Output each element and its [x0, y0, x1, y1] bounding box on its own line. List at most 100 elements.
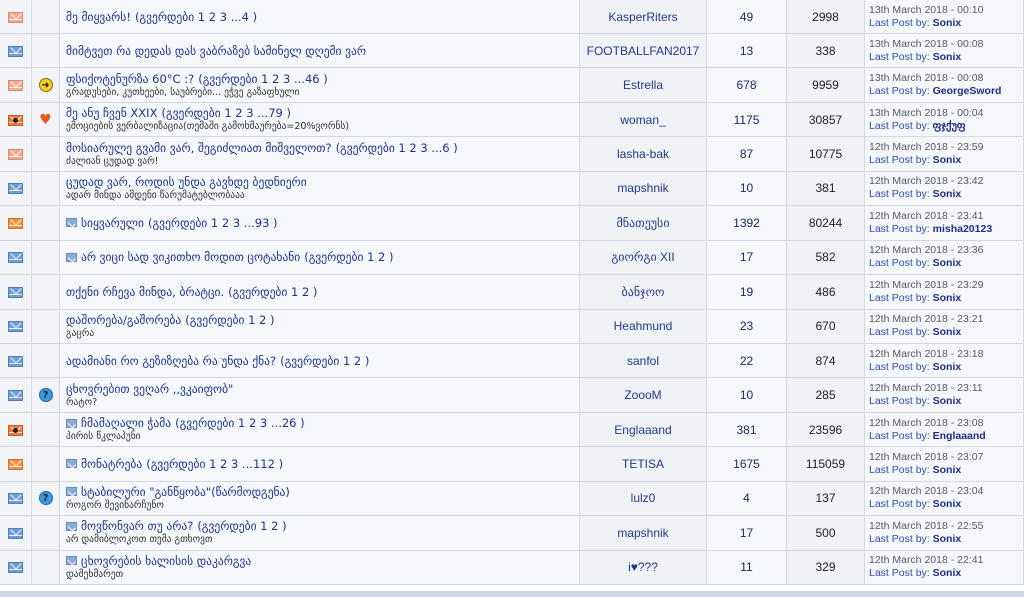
replies-count[interactable]: 381 — [707, 412, 787, 448]
author-link[interactable]: woman_ — [580, 102, 707, 138]
pagination-links[interactable]: (გვერდები 1 2 3 ...93 ) — [148, 216, 278, 230]
last-post-date[interactable]: 12th March 2018 - 22:55 — [869, 520, 1023, 533]
topic-title-link[interactable]: ცხოვრების ხალისის დაკარგვა — [81, 554, 251, 568]
replies-count[interactable]: 87 — [707, 137, 787, 172]
last-post-date[interactable]: 12th March 2018 - 23:07 — [869, 451, 1023, 464]
pagination-links[interactable]: (გვერდები 1 2 3 ...26 ) — [175, 416, 305, 430]
topic-title-link[interactable]: სიყვარული — [81, 216, 144, 230]
replies-count[interactable]: 17 — [707, 240, 787, 276]
author-link[interactable]: გიორგი XII — [580, 240, 707, 276]
author-link[interactable]: KasperRiters — [580, 0, 707, 34]
last-post-date[interactable]: 12th March 2018 - 23:59 — [869, 141, 1023, 154]
replies-count[interactable]: 23 — [707, 309, 787, 344]
author-link[interactable]: ბანჯოო — [580, 275, 707, 310]
topic-title-link[interactable]: მე ანუ ჩვენ XXIX — [66, 106, 157, 120]
pagination-links[interactable]: (გვერდები 1 2 3 ...6 ) — [336, 141, 458, 155]
last-poster-link[interactable]: Sonix — [933, 533, 962, 545]
topic-title-link[interactable]: მიმტვეთ რა დედას დას ვაბრაზებ სამინელ დღ… — [66, 44, 366, 58]
author-link[interactable]: Englaaand — [580, 412, 707, 448]
last-post-date[interactable]: 12th March 2018 - 23:29 — [869, 279, 1023, 292]
last-post-date[interactable]: 13th March 2018 - 00:08 — [869, 72, 1023, 85]
topic-title-link[interactable]: ჩმამაღალი ჭამა — [81, 416, 171, 430]
last-poster-link[interactable]: Englaaand — [933, 430, 986, 442]
topic-title-link[interactable]: ადამიანი რო გეზიზღება რა უნდა ქნა? — [66, 354, 276, 368]
last-post-date[interactable]: 13th March 2018 - 00:10 — [869, 4, 1023, 17]
replies-count[interactable]: 10 — [707, 378, 787, 413]
author-link[interactable]: FOOTBALLFAN2017 — [580, 34, 707, 69]
mini-envelope-icon[interactable] — [66, 252, 77, 262]
replies-count[interactable]: 22 — [707, 343, 787, 379]
last-post-date[interactable]: 12th March 2018 - 23:04 — [869, 485, 1023, 498]
last-poster-link[interactable]: misha20123 — [933, 223, 993, 235]
topic-title-link[interactable]: ფსიქოტენურზა 60°C :? — [66, 72, 194, 86]
last-poster-link[interactable]: Sonix — [933, 17, 962, 29]
author-link[interactable]: sanfol — [580, 343, 707, 379]
last-post-date[interactable]: 12th March 2018 - 23:11 — [869, 382, 1023, 395]
author-link[interactable]: TETISA — [580, 447, 707, 482]
pagination-links[interactable]: (გვერდები 1 2 ) — [185, 313, 274, 327]
last-poster-link[interactable]: Sonix — [933, 361, 962, 373]
author-link[interactable]: i♥??? — [580, 550, 707, 585]
replies-count[interactable]: 11 — [707, 550, 787, 585]
pagination-links[interactable]: (გვერდები 1 2 3 ...46 ) — [198, 72, 328, 86]
pagination-links[interactable]: (გვერდები 1 2 ) — [304, 250, 393, 264]
replies-count[interactable]: 10 — [707, 171, 787, 207]
pagination-links[interactable]: (გვერდები 1 2 3 ...79 ) — [161, 106, 291, 120]
topic-title-link[interactable]: დაშორება/გაშორება — [66, 313, 181, 327]
pagination-links[interactable]: (გვერდები 1 2 ) — [197, 519, 286, 533]
topic-title-link[interactable]: არ ვიცი სად ვიკითხო მოდით ცოტახანი — [81, 250, 300, 264]
last-post-date[interactable]: 12th March 2018 - 23:18 — [869, 348, 1023, 361]
last-poster-link[interactable]: Sonix — [933, 326, 962, 338]
author-link[interactable]: ZoooM — [580, 378, 707, 413]
last-post-date[interactable]: 13th March 2018 - 00:08 — [869, 38, 1023, 51]
author-link[interactable]: Heahmund — [580, 309, 707, 344]
last-poster-link[interactable]: Sonix — [933, 188, 962, 200]
last-post-date[interactable]: 12th March 2018 - 23:41 — [869, 210, 1023, 223]
topic-title-link[interactable]: მე მიყვარს! — [66, 10, 131, 24]
replies-count[interactable]: 17 — [707, 516, 787, 551]
mini-envelope-icon[interactable] — [66, 487, 77, 497]
mini-envelope-icon[interactable] — [66, 521, 77, 531]
topic-title-link[interactable]: სტაბილური "განწყობა"(წარმოდგენა) — [81, 485, 290, 499]
author-link[interactable]: mapshnik — [580, 516, 707, 551]
replies-count[interactable]: 4 — [707, 481, 787, 517]
last-poster-link[interactable]: Sonix — [933, 257, 962, 269]
replies-count[interactable]: 49 — [707, 0, 787, 34]
topic-title-link[interactable]: მოვწონვარ თუ არა? — [81, 519, 193, 533]
topic-title-link[interactable]: ცხოვრებით ვეღარ ,,ვკაიფობ" — [66, 382, 233, 396]
pagination-links[interactable]: (გვერდები 1 2 ) — [228, 285, 317, 299]
author-link[interactable]: lulz0 — [580, 481, 707, 517]
replies-count[interactable]: 19 — [707, 275, 787, 310]
author-link[interactable]: lasha-bak — [580, 137, 707, 172]
last-post-date[interactable]: 12th March 2018 - 23:21 — [869, 313, 1023, 326]
author-link[interactable]: Estrella — [580, 68, 707, 103]
mini-envelope-icon[interactable] — [66, 459, 77, 469]
mini-envelope-icon[interactable] — [66, 418, 77, 428]
last-poster-link[interactable]: Sonix — [933, 154, 962, 166]
mini-envelope-icon[interactable] — [66, 218, 77, 228]
last-post-date[interactable]: 12th March 2018 - 23:36 — [869, 244, 1023, 257]
last-post-date[interactable]: 13th March 2018 - 00:04 — [869, 107, 1023, 120]
replies-count[interactable]: 13 — [707, 34, 787, 69]
replies-count[interactable]: 1675 — [707, 447, 787, 482]
last-poster-link[interactable]: Sonix — [933, 292, 962, 304]
pagination-links[interactable]: (გვერდები 1 2 ) — [280, 354, 369, 368]
last-poster-link[interactable]: Sonix — [933, 464, 962, 476]
author-link[interactable]: მნათეუსი — [580, 206, 707, 241]
replies-count[interactable]: 678 — [707, 68, 787, 103]
last-poster-link[interactable]: GeorgeSword — [933, 85, 1002, 97]
topic-title-link[interactable]: მონატრება — [81, 457, 142, 471]
pagination-links[interactable]: (გვერდები 1 2 3 ...4 ) — [135, 10, 257, 24]
last-post-date[interactable]: 12th March 2018 - 22:41 — [869, 554, 1023, 567]
last-poster-link[interactable]: Sonix — [933, 498, 962, 510]
replies-count[interactable]: 1392 — [707, 206, 787, 241]
replies-count[interactable]: 1175 — [707, 102, 787, 138]
topic-title-link[interactable]: თქენი რჩევა მინდა, ბრატცი. — [66, 285, 224, 299]
last-poster-link[interactable]: Sonix — [933, 567, 962, 579]
last-post-date[interactable]: 12th March 2018 - 23:08 — [869, 417, 1023, 430]
pagination-links[interactable]: (გვერდები 1 2 3 ...112 ) — [146, 457, 283, 471]
topic-title-link[interactable]: ცუდად ვარ, როდის უნდა გავხდე ბედნიერი — [66, 175, 307, 189]
last-poster-link[interactable]: Sonix — [933, 51, 962, 63]
topic-title-link[interactable]: მოსიარულე გვამი ვარ, შეგიძლიათ მიშველოთ? — [66, 141, 332, 155]
mini-envelope-icon[interactable] — [66, 556, 77, 566]
